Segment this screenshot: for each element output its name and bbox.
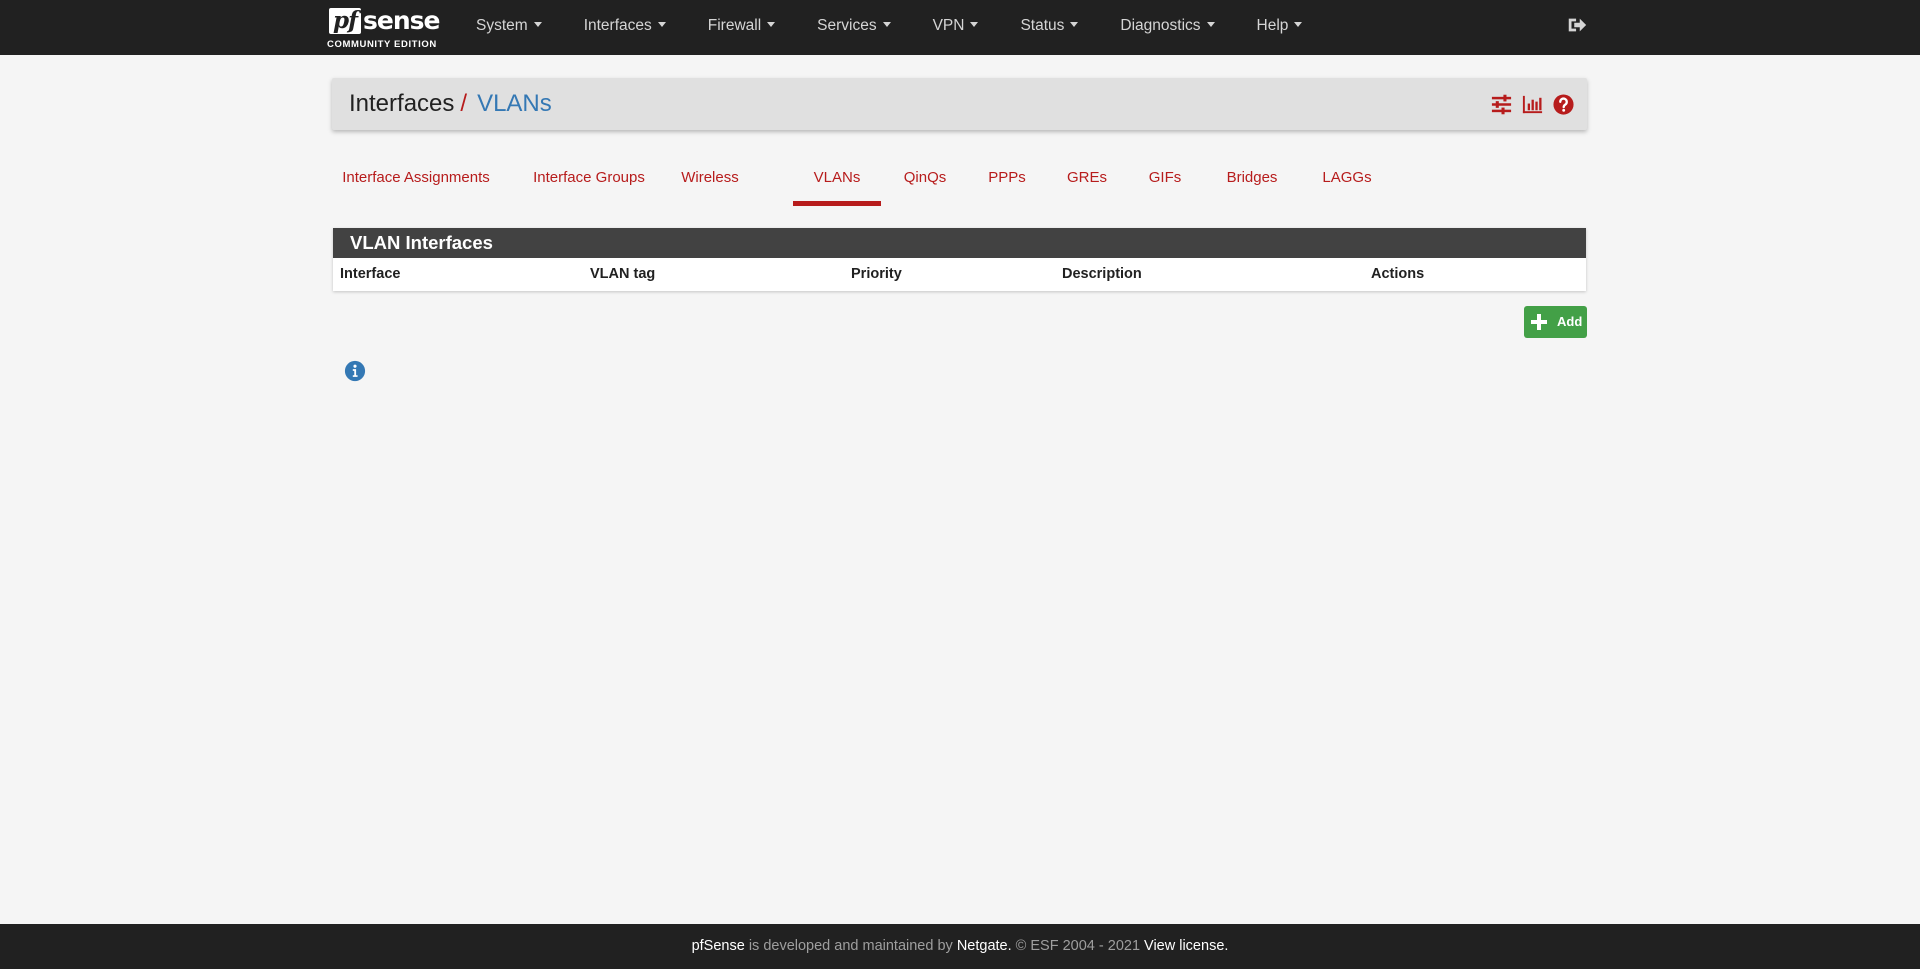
breadcrumb-panel: Interfaces / VLANs bbox=[332, 78, 1587, 130]
caret-down-icon bbox=[1070, 22, 1079, 28]
vlan-interfaces-panel: VLAN Interfaces Interface VLAN tag Prior… bbox=[333, 228, 1586, 291]
caret-down-icon bbox=[1294, 22, 1303, 28]
column-header-vlan-tag: VLAN tag bbox=[590, 266, 656, 282]
nav-firewall[interactable]: Firewall bbox=[707, 0, 776, 55]
column-header-priority: Priority bbox=[851, 266, 902, 282]
tab-gres[interactable]: GREs bbox=[1067, 160, 1107, 206]
breadcrumb-separator: / bbox=[460, 90, 468, 117]
sliders-icon[interactable] bbox=[1490, 93, 1513, 116]
add-button-label: Add bbox=[1557, 314, 1583, 329]
logo-edition: COMMUNITY EDITION bbox=[327, 39, 437, 50]
column-header-interface: Interface bbox=[340, 266, 401, 282]
nav-services-label: Services bbox=[817, 17, 877, 34]
nav-vpn-label: VPN bbox=[932, 17, 965, 34]
nav-interfaces-label: Interfaces bbox=[583, 17, 652, 34]
nav-interfaces[interactable]: Interfaces bbox=[584, 0, 666, 55]
pfsense-logo[interactable]: pf sense COMMUNITY EDITION bbox=[327, 5, 445, 51]
top-navbar: pf sense COMMUNITY EDITION System Interf… bbox=[0, 0, 1920, 55]
nav-services[interactable]: Services bbox=[817, 0, 891, 55]
tab-ppps[interactable]: PPPs bbox=[986, 160, 1028, 206]
caret-down-icon bbox=[970, 22, 979, 28]
tab-bridges[interactable]: Bridges bbox=[1224, 160, 1280, 206]
breadcrumb: Interfaces / VLANs bbox=[349, 78, 552, 130]
breadcrumb-actions bbox=[1490, 93, 1575, 116]
caret-down-icon bbox=[767, 22, 776, 28]
nav-status[interactable]: Status bbox=[1020, 0, 1079, 55]
footer-netgate-link[interactable]: Netgate. bbox=[957, 938, 1012, 954]
logo-pf: pf bbox=[329, 8, 361, 34]
footer-view-license-link[interactable]: View license. bbox=[1144, 938, 1228, 954]
caret-down-icon bbox=[1206, 22, 1215, 28]
plus-icon bbox=[1531, 314, 1547, 330]
footer-text-maintained: is developed and maintained by bbox=[748, 938, 953, 954]
sign-out-icon[interactable] bbox=[1566, 14, 1588, 36]
tab-vlans[interactable]: VLANs bbox=[793, 160, 881, 206]
tab-laggs[interactable]: LAGGs bbox=[1321, 160, 1373, 206]
caret-down-icon bbox=[657, 22, 666, 28]
column-header-description: Description bbox=[1062, 266, 1142, 282]
tab-interface-groups[interactable]: Interface Groups bbox=[531, 160, 647, 206]
nav-status-label: Status bbox=[1020, 17, 1065, 34]
nav-diagnostics-label: Diagnostics bbox=[1120, 17, 1201, 34]
breadcrumb-parent[interactable]: Interfaces bbox=[349, 90, 454, 117]
footer-product: pfSense bbox=[691, 938, 745, 954]
footer: pfSense is developed and maintained by N… bbox=[0, 924, 1920, 969]
nav-firewall-label: Firewall bbox=[707, 17, 762, 34]
nav-diagnostics[interactable]: Diagnostics bbox=[1120, 0, 1215, 55]
footer-copyright: © ESF 2004 - 2021 bbox=[1015, 938, 1141, 954]
caret-down-icon bbox=[882, 22, 891, 28]
panel-title: VLAN Interfaces bbox=[333, 228, 1586, 258]
question-circle-icon[interactable] bbox=[1552, 93, 1575, 116]
tab-interface-assignments[interactable]: Interface Assignments bbox=[334, 160, 498, 206]
info-circle-icon[interactable] bbox=[344, 360, 366, 382]
nav-help[interactable]: Help bbox=[1257, 0, 1303, 55]
nav-system[interactable]: System bbox=[476, 0, 542, 55]
main-menu: System Interfaces Firewall Services VPN … bbox=[476, 0, 1303, 55]
tab-qinqs[interactable]: QinQs bbox=[901, 160, 949, 206]
nav-help-label: Help bbox=[1256, 17, 1289, 34]
tab-gifs[interactable]: GIFs bbox=[1147, 160, 1183, 206]
column-header-actions: Actions bbox=[1371, 266, 1425, 282]
logo-sense: sense bbox=[363, 6, 440, 35]
add-button[interactable]: Add bbox=[1524, 306, 1587, 338]
nav-vpn[interactable]: VPN bbox=[933, 0, 979, 55]
breadcrumb-current[interactable]: VLANs bbox=[477, 90, 552, 117]
logo-wordmark: pf sense bbox=[327, 5, 445, 35]
caret-down-icon bbox=[533, 22, 542, 28]
tab-wireless[interactable]: Wireless bbox=[678, 160, 742, 206]
bar-chart-icon[interactable] bbox=[1521, 93, 1544, 116]
nav-system-label: System bbox=[476, 17, 528, 34]
